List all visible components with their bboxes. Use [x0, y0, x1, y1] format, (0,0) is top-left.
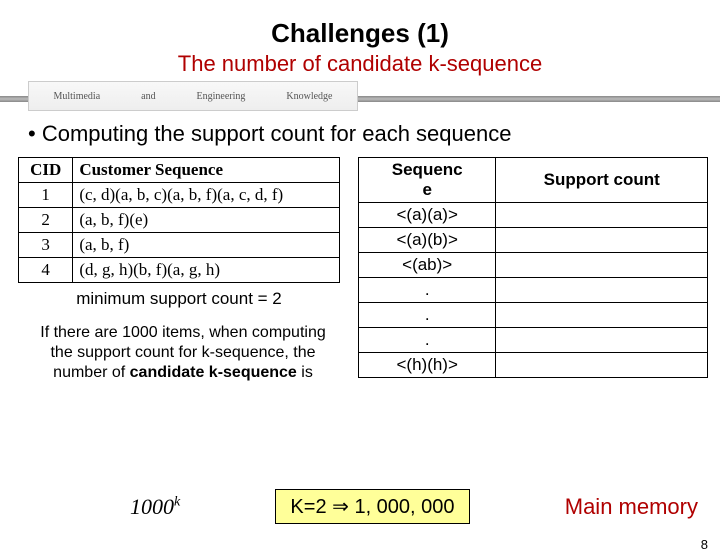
- cid-cell: 3: [19, 233, 73, 258]
- cid-header-2: Customer Sequence: [73, 158, 340, 183]
- logo-word: Knowledge: [286, 91, 332, 102]
- cid-cell: 4: [19, 258, 73, 283]
- table-row: <(a)(b)>: [359, 228, 708, 253]
- seq-val: .: [359, 303, 496, 328]
- note-line: the support count for k-sequence, the: [50, 344, 315, 361]
- sup-val: [496, 228, 708, 253]
- table-row: .: [359, 278, 708, 303]
- seq-val: .: [359, 328, 496, 353]
- sup-val: [496, 253, 708, 278]
- min-support-text: minimum support count = 2: [18, 289, 340, 309]
- page-number: 8: [701, 537, 708, 552]
- table-row: <(ab)>: [359, 253, 708, 278]
- sup-val: [496, 203, 708, 228]
- cid-cell: 2: [19, 208, 73, 233]
- bullet-text: • Computing the support count for each s…: [28, 121, 720, 147]
- arrow-icon: ⇒: [332, 496, 349, 518]
- k2-result-box: K=2 ⇒ 1, 000, 000: [275, 489, 469, 524]
- cid-header-1: CID: [19, 158, 73, 183]
- table-row: .: [359, 328, 708, 353]
- k2-right: 1, 000, 000: [349, 496, 455, 518]
- seq-val: <(a)(a)>: [359, 203, 496, 228]
- note-line-post: is: [297, 364, 313, 381]
- table-row: 4 (d, g, h)(b, f)(a, g, h): [19, 258, 340, 283]
- seq-header-2: Support count: [496, 158, 708, 203]
- formula-base: 1000: [130, 494, 174, 519]
- table-row: 1 (c, d)(a, b, c)(a, b, f)(a, c, d, f): [19, 183, 340, 208]
- sup-val: [496, 328, 708, 353]
- formula: 1000k: [130, 494, 180, 520]
- note-box: If there are 1000 items, when computing …: [18, 323, 348, 383]
- divider: Multimedia and Engineering Knowledge: [0, 81, 720, 115]
- sup-val: [496, 278, 708, 303]
- seq-cell: (a, b, f)(e): [73, 208, 340, 233]
- logo-word: Engineering: [197, 91, 246, 102]
- note-bold: candidate k-sequence: [130, 364, 297, 381]
- seq-val: <(ab)>: [359, 253, 496, 278]
- logo-word: Multimedia: [53, 91, 100, 102]
- sup-val: [496, 353, 708, 378]
- logo-word: and: [141, 91, 155, 102]
- table-row: <(h)(h)>: [359, 353, 708, 378]
- sequence-table: Sequenc e Support count <(a)(a)> <(a)(b)…: [358, 157, 708, 378]
- seq-val: .: [359, 278, 496, 303]
- logo-banner: Multimedia and Engineering Knowledge: [28, 81, 358, 111]
- seq-cell: (d, g, h)(b, f)(a, g, h): [73, 258, 340, 283]
- seq-val: <(a)(b)>: [359, 228, 496, 253]
- table-row: 3 (a, b, f): [19, 233, 340, 258]
- table-row: <(a)(a)>: [359, 203, 708, 228]
- note-line: If there are 1000 items, when computing: [40, 324, 326, 341]
- slide-title: Challenges (1): [0, 18, 720, 49]
- seq-val: <(h)(h)>: [359, 353, 496, 378]
- sup-val: [496, 303, 708, 328]
- seq-cell: (c, d)(a, b, c)(a, b, f)(a, c, d, f): [73, 183, 340, 208]
- slide-subtitle: The number of candidate k-sequence: [0, 51, 720, 77]
- k2-left: K=2: [290, 496, 332, 518]
- main-memory-label: Main memory: [565, 494, 702, 520]
- table-row: 2 (a, b, f)(e): [19, 208, 340, 233]
- note-line-pre: number of: [53, 364, 129, 381]
- formula-exp: k: [174, 494, 180, 509]
- cid-table: CID Customer Sequence 1 (c, d)(a, b, c)(…: [18, 157, 340, 283]
- cid-cell: 1: [19, 183, 73, 208]
- seq-cell: (a, b, f): [73, 233, 340, 258]
- seq-header-1: Sequenc e: [359, 158, 496, 203]
- table-row: .: [359, 303, 708, 328]
